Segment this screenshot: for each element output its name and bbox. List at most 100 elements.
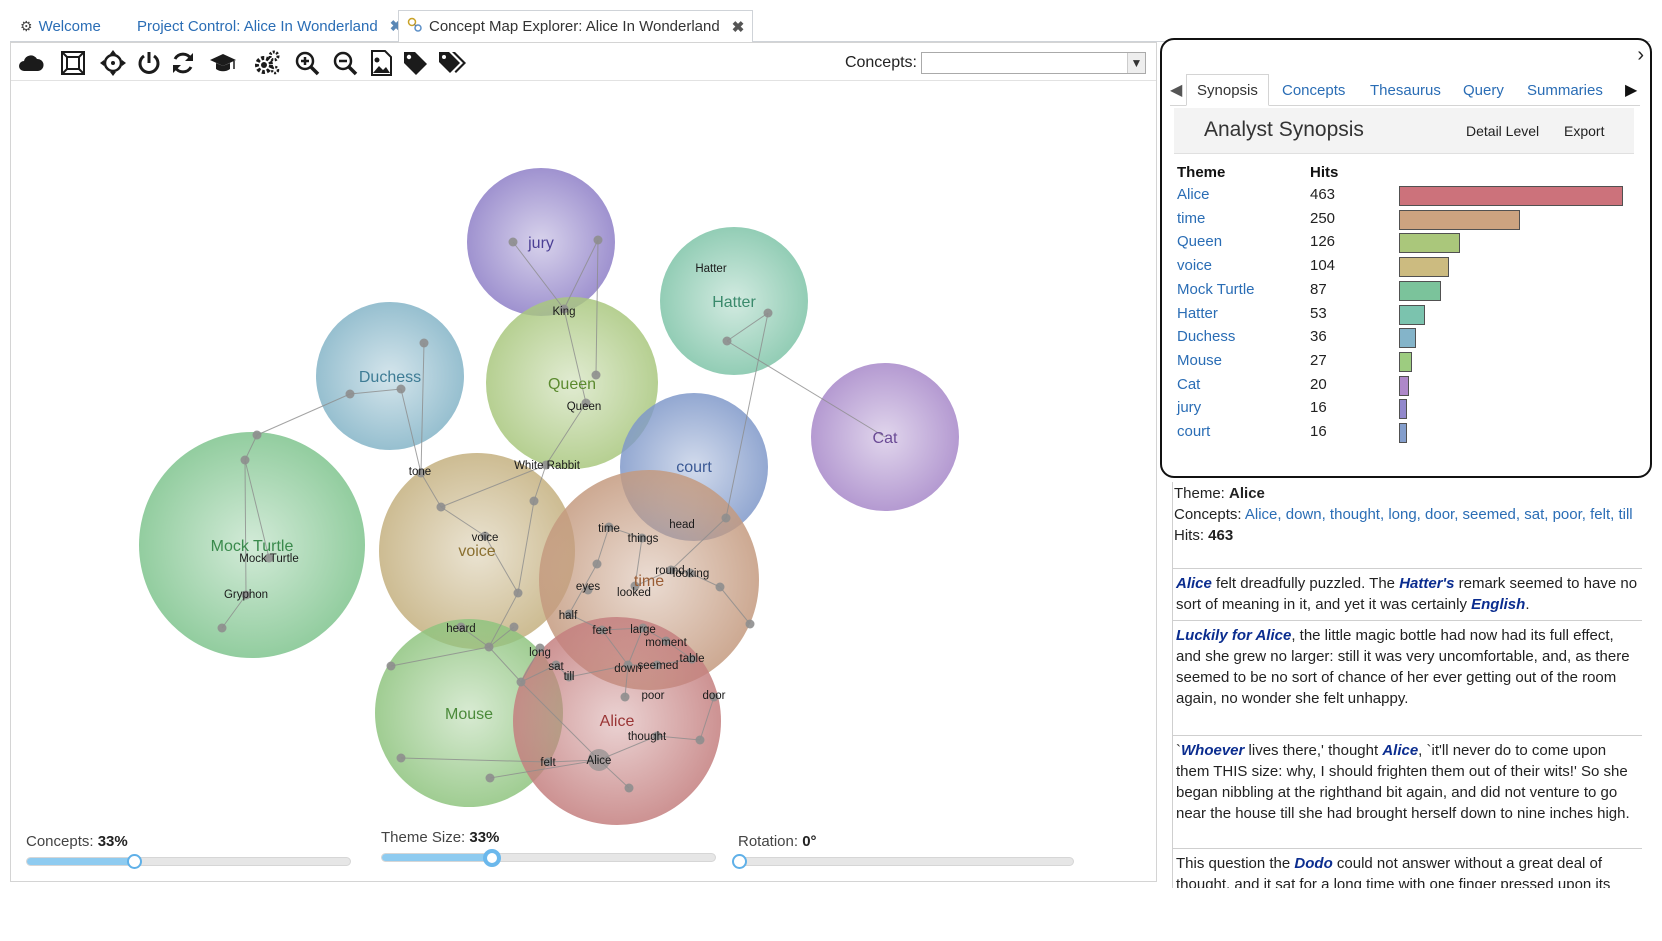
- concept-label[interactable]: eyes: [576, 581, 601, 593]
- theme-name-link[interactable]: court: [1177, 423, 1210, 440]
- theme-row[interactable]: Queen 126: [1177, 231, 1637, 254]
- theme-label[interactable]: court: [676, 459, 712, 476]
- concept-links[interactable]: Alice, down, thought, long, door, seemed…: [1245, 506, 1633, 523]
- power-icon[interactable]: [133, 47, 165, 79]
- concept-node[interactable]: [252, 430, 262, 440]
- concepts-slider[interactable]: Concepts: 33%: [26, 833, 351, 873]
- concept-node[interactable]: [217, 623, 227, 633]
- concept-node[interactable]: [745, 619, 755, 629]
- theme-row[interactable]: Mock Turtle 87: [1177, 279, 1637, 301]
- rotation-slider[interactable]: Rotation: 0°: [732, 833, 1074, 873]
- theme-label[interactable]: Alice: [600, 713, 635, 730]
- concept-node[interactable]: [513, 588, 523, 598]
- theme-row[interactable]: Cat 20: [1177, 374, 1637, 396]
- zoom-in-icon[interactable]: [291, 47, 323, 79]
- theme-row[interactable]: Mouse 27: [1177, 350, 1637, 372]
- tab-concepts[interactable]: Concepts: [1272, 74, 1355, 106]
- concept-label[interactable]: till: [564, 671, 575, 683]
- settings-icon[interactable]: [251, 47, 283, 79]
- concept-label[interactable]: Gryphon: [224, 589, 268, 601]
- theme-name-link[interactable]: jury: [1177, 399, 1201, 416]
- theme-name-link[interactable]: Mouse: [1177, 352, 1222, 369]
- close-icon[interactable]: ✖: [732, 18, 745, 36]
- concept-node[interactable]: [715, 582, 725, 592]
- image-icon[interactable]: [365, 47, 397, 79]
- concept-node[interactable]: [695, 735, 705, 745]
- theme-label[interactable]: Mouse: [445, 706, 493, 723]
- concept-node[interactable]: [516, 677, 526, 687]
- slider-track[interactable]: [26, 854, 351, 869]
- theme-name-link[interactable]: voice: [1177, 257, 1212, 274]
- concept-label[interactable]: looking: [673, 568, 709, 580]
- concept-label[interactable]: sat: [548, 661, 564, 673]
- theme-label[interactable]: Hatter: [712, 294, 756, 311]
- concept-node[interactable]: [396, 753, 406, 763]
- theme-size-slider[interactable]: Theme Size: 33%: [381, 829, 716, 869]
- concept-node[interactable]: [593, 235, 603, 245]
- concept-map[interactable]: King Queen Hatter tone White Rabbit Mock Turt…: [11, 81, 1156, 831]
- theme-name-link[interactable]: Duchess: [1177, 328, 1235, 345]
- tab-query[interactable]: Query: [1453, 74, 1514, 106]
- tags-icon[interactable]: [436, 47, 468, 79]
- tab-project-control[interactable]: Project Control: Alice In Wonderland ✖: [137, 10, 402, 42]
- concept-node[interactable]: [722, 336, 732, 346]
- cloud-icon[interactable]: [15, 47, 47, 79]
- theme-row[interactable]: jury 16: [1177, 397, 1637, 420]
- detail-level-button[interactable]: Detail Level: [1466, 123, 1539, 139]
- theme-label[interactable]: Mock Turtle: [211, 538, 294, 555]
- concept-node[interactable]: [592, 559, 602, 569]
- theme-label[interactable]: jury: [527, 235, 554, 252]
- concept-node[interactable]: [624, 783, 634, 793]
- theme-name-link[interactable]: Alice: [1177, 186, 1210, 203]
- scroll-left-icon[interactable]: ◀: [1170, 80, 1182, 100]
- theme-row[interactable]: court 16: [1177, 421, 1637, 443]
- theme-row[interactable]: Alice 463: [1177, 184, 1637, 206]
- concept-node[interactable]: [529, 496, 539, 506]
- theme-label[interactable]: time: [634, 573, 664, 590]
- concept-node[interactable]: [508, 237, 518, 247]
- concept-label[interactable]: White Rabbit: [514, 460, 581, 472]
- concept-label[interactable]: long: [529, 647, 551, 659]
- refresh-icon[interactable]: [167, 47, 199, 79]
- concept-label[interactable]: tone: [409, 466, 431, 478]
- concept-node[interactable]: [763, 308, 773, 318]
- concept-label[interactable]: time: [598, 523, 620, 535]
- theme-label[interactable]: Duchess: [359, 369, 421, 386]
- concept-label[interactable]: poor: [641, 690, 664, 702]
- concept-label[interactable]: seemed: [638, 660, 679, 672]
- concept-node[interactable]: [419, 338, 429, 348]
- chevron-down-icon[interactable]: ▼: [1127, 53, 1145, 73]
- theme-row[interactable]: Duchess 36: [1177, 326, 1637, 349]
- concept-label[interactable]: thought: [628, 731, 667, 743]
- theme-label[interactable]: Cat: [873, 430, 898, 447]
- concept-label[interactable]: felt: [540, 757, 556, 769]
- theme-label[interactable]: voice: [458, 543, 495, 560]
- graduation-cap-icon[interactable]: [207, 47, 239, 79]
- theme-name-link[interactable]: Mock Turtle: [1177, 281, 1255, 298]
- concept-node[interactable]: [386, 661, 396, 671]
- chevron-right-icon[interactable]: ›: [1637, 44, 1644, 67]
- concept-label[interactable]: Alice: [587, 755, 612, 767]
- concepts-select[interactable]: ▼: [921, 52, 1146, 74]
- tab-thesaurus[interactable]: Thesaurus: [1360, 74, 1451, 106]
- concept-node[interactable]: [721, 513, 731, 523]
- concept-label[interactable]: Hatter: [695, 263, 726, 275]
- slider-thumb[interactable]: [732, 854, 747, 869]
- concept-label[interactable]: Queen: [567, 401, 602, 413]
- concept-label[interactable]: door: [702, 690, 725, 702]
- theme-row[interactable]: time 250: [1177, 208, 1637, 230]
- concept-node[interactable]: [484, 642, 494, 652]
- tab-welcome[interactable]: ⚙ Welcome: [20, 10, 101, 42]
- concept-node[interactable]: [509, 622, 519, 632]
- concept-label[interactable]: head: [669, 519, 695, 531]
- concept-label[interactable]: heard: [446, 623, 475, 635]
- theme-row[interactable]: voice 104: [1177, 255, 1637, 278]
- slider-track[interactable]: [381, 849, 716, 867]
- fit-frame-icon[interactable]: [57, 47, 89, 79]
- tag-icon[interactable]: [399, 47, 431, 79]
- theme-name-link[interactable]: Cat: [1177, 376, 1200, 393]
- concept-label[interactable]: moment: [645, 637, 687, 649]
- slider-thumb[interactable]: [482, 849, 501, 867]
- concept-label[interactable]: half: [559, 610, 578, 622]
- concept-label[interactable]: King: [552, 306, 575, 318]
